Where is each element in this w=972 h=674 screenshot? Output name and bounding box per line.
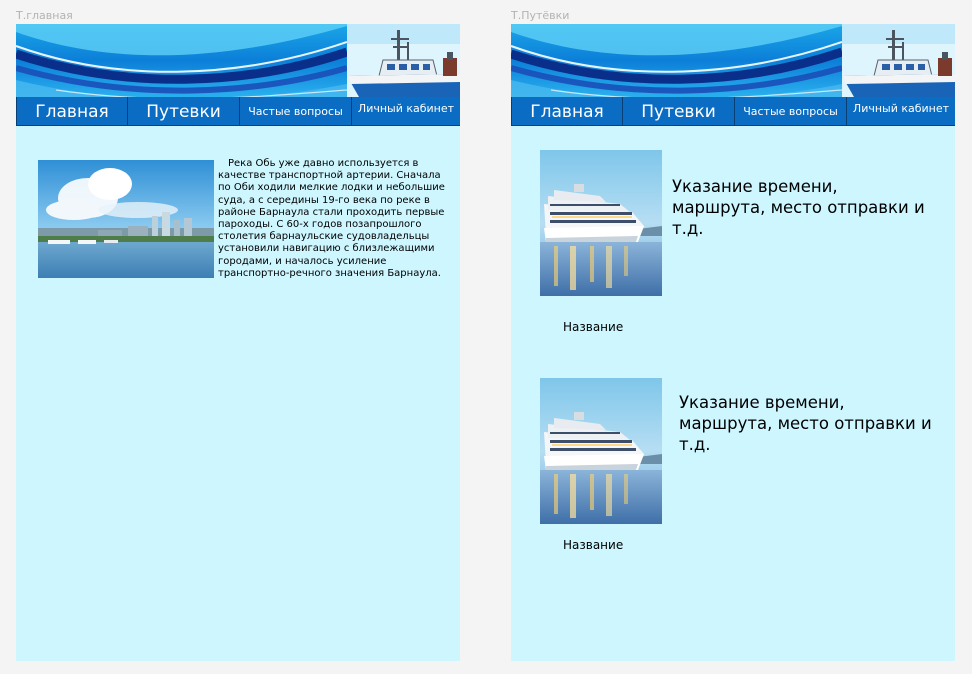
ship-icon bbox=[347, 24, 460, 97]
tour-photo[interactable] bbox=[540, 150, 662, 296]
city-river-photo bbox=[38, 160, 214, 278]
nav-home[interactable]: Главная bbox=[16, 97, 128, 126]
banner-waves-image bbox=[511, 24, 842, 97]
header-banner bbox=[16, 24, 460, 97]
banner-waves-image bbox=[16, 24, 347, 97]
frame-home: Главная Путевки Частые вопросы Личный ка… bbox=[16, 24, 460, 661]
tour-photo[interactable] bbox=[540, 378, 662, 524]
frame-tours: Главная Путевки Частые вопросы Личный ка… bbox=[511, 24, 955, 661]
nav-tours[interactable]: Путевки bbox=[128, 97, 240, 126]
nav-home[interactable]: Главная bbox=[511, 97, 623, 126]
frame-label-tours: Т.Путёвки bbox=[511, 9, 570, 22]
frame-label-home: Т.главная bbox=[16, 9, 73, 22]
tour-description: Указание времени, маршрута, место отправ… bbox=[679, 393, 932, 454]
nav-faq[interactable]: Частые вопросы bbox=[735, 97, 847, 126]
tour-description: Указание времени, маршрута, место отправ… bbox=[672, 177, 925, 238]
main-nav: Главная Путевки Частые вопросы Личный ка… bbox=[511, 97, 955, 126]
tour-name[interactable]: Название bbox=[563, 538, 623, 552]
tour-name[interactable]: Название bbox=[563, 320, 623, 334]
main-nav: Главная Путевки Частые вопросы Личный ка… bbox=[16, 97, 460, 126]
nav-tours[interactable]: Путевки bbox=[623, 97, 735, 126]
ship-icon bbox=[842, 24, 955, 97]
nav-faq[interactable]: Частые вопросы bbox=[240, 97, 352, 126]
nav-account[interactable]: Личный кабинет bbox=[847, 97, 955, 126]
header-banner bbox=[511, 24, 955, 97]
article-text: Река Обь уже давно используется в качест… bbox=[218, 158, 445, 279]
nav-account[interactable]: Личный кабинет bbox=[352, 97, 460, 126]
